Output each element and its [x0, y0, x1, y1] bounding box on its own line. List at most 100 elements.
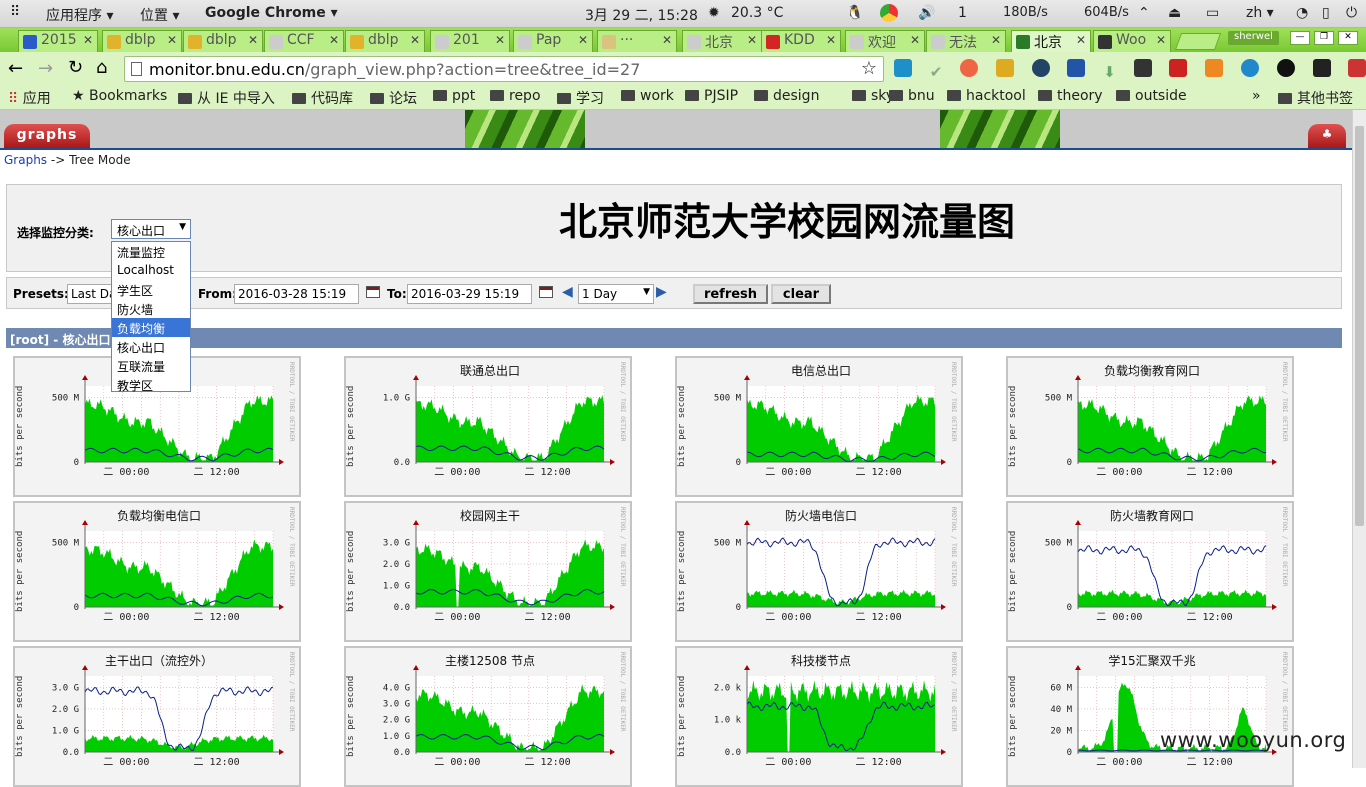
- close-tab-icon[interactable]: ✕: [248, 33, 258, 47]
- dropdown-option[interactable]: 互联流量: [112, 356, 190, 375]
- tab[interactable]: 无法 ✕: [926, 30, 1006, 52]
- clock[interactable]: 3月 29 二, 15:28: [585, 5, 698, 25]
- applications-menu[interactable]: 应用程序 ▾: [46, 5, 113, 25]
- close-tab-icon[interactable]: ✕: [329, 33, 339, 47]
- extension-icon[interactable]: [960, 59, 979, 77]
- dropdown-option[interactable]: 流量监控: [112, 242, 190, 261]
- graphs-tab[interactable]: graphs: [4, 124, 90, 148]
- bookmark-item[interactable]: design: [754, 88, 819, 104]
- traffic-graph[interactable]: 联通总出口 bits per second RRDTOOL / TOBI OETIK…: [344, 356, 632, 497]
- extension-icon[interactable]: [1240, 59, 1259, 77]
- chevron-up-icon[interactable]: ⌃: [1138, 5, 1150, 21]
- input-language[interactable]: zh ▾: [1246, 5, 1274, 21]
- scrollbar-thumb[interactable]: [1355, 126, 1364, 526]
- traffic-graph[interactable]: 负载均衡电信口 bits per second RRDTOOL / TOBI OET…: [13, 501, 301, 642]
- extension-icon[interactable]: [1312, 59, 1331, 77]
- bookmark-item[interactable]: outside: [1116, 88, 1187, 104]
- bookmark-item[interactable]: ★ Bookmarks: [72, 88, 167, 104]
- dropdown-option[interactable]: 负载均衡: [112, 318, 190, 337]
- dropdown-option[interactable]: 学生区: [112, 280, 190, 299]
- workspace-indicator[interactable]: 1: [958, 5, 967, 21]
- extension-icon[interactable]: [1205, 59, 1224, 77]
- calendar-icon[interactable]: [366, 286, 380, 298]
- apps-grid-icon[interactable]: ⠿: [10, 4, 20, 20]
- tab[interactable]: dblp ✕: [102, 30, 182, 52]
- tab[interactable]: Pap ✕: [513, 30, 593, 52]
- forward-button[interactable]: →: [38, 58, 53, 79]
- tab[interactable]: ··· ✕: [597, 30, 677, 52]
- category-dropdown-list[interactable]: 流量监控 Localhost 学生区 防火墙 负载均衡 核心出口 互联流量 教学区: [111, 241, 191, 394]
- traffic-graph[interactable]: 防火墙电信口 bits per second RRDTOOL / TOBI OETI…: [675, 501, 963, 642]
- extension-icon[interactable]: [1348, 59, 1366, 77]
- home-button[interactable]: ⌂: [96, 57, 107, 78]
- extension-icon[interactable]: [1031, 59, 1050, 77]
- bookmark-item[interactable]: repo: [490, 88, 541, 104]
- tab[interactable]: 欢迎 ✕: [845, 30, 925, 52]
- category-select[interactable]: 核心出口 ▼: [111, 219, 191, 239]
- tab[interactable]: Woo ✕: [1093, 30, 1171, 52]
- tab[interactable]: 201 ✕: [430, 30, 510, 52]
- profile-badge[interactable]: sherwel: [1228, 31, 1279, 45]
- calendar-icon[interactable]: [539, 286, 553, 298]
- bookmark-item[interactable]: 论坛: [370, 88, 417, 108]
- close-window-button[interactable]: ✕: [1338, 31, 1358, 45]
- extension-icon[interactable]: [995, 59, 1014, 77]
- weather-temp[interactable]: 20.3 °C: [731, 5, 783, 21]
- bookmark-item[interactable]: 代码库: [292, 88, 353, 108]
- tab[interactable]: 北京 ✕: [682, 30, 762, 52]
- bookmark-item[interactable]: 从 IE 中导入: [178, 88, 275, 108]
- bookmark-item[interactable]: »: [1252, 88, 1261, 104]
- timespan-select[interactable]: 1 Day ▼: [578, 284, 654, 304]
- refresh-button[interactable]: refresh: [693, 284, 768, 304]
- dropdown-option[interactable]: Localhost: [112, 261, 190, 280]
- dropdown-option[interactable]: 教学区: [112, 375, 190, 394]
- volume-icon[interactable]: 🔊: [918, 5, 935, 21]
- bookmark-item[interactable]: sky: [852, 88, 894, 104]
- bookmark-item[interactable]: hacktool: [947, 88, 1026, 104]
- battery-icon[interactable]: ▯: [1322, 5, 1330, 21]
- close-tab-icon[interactable]: ✕: [495, 33, 505, 47]
- bookmark-item[interactable]: 其他书签: [1278, 88, 1353, 108]
- bookmark-item[interactable]: bnu: [889, 88, 935, 104]
- reload-button[interactable]: ↻: [68, 57, 83, 78]
- bookmark-item[interactable]: theory: [1038, 88, 1103, 104]
- close-tab-icon[interactable]: ✕: [83, 33, 93, 47]
- tab[interactable]: CCF ✕: [264, 30, 344, 52]
- close-tab-icon[interactable]: ✕: [662, 33, 672, 47]
- tab[interactable]: KDD ✕: [761, 30, 841, 52]
- shift-right-icon[interactable]: ▶: [656, 284, 667, 300]
- chrome-icon[interactable]: [880, 4, 898, 22]
- places-menu[interactable]: 位置 ▾: [140, 5, 179, 25]
- extension-icon[interactable]: [894, 59, 912, 77]
- minimize-button[interactable]: —: [1290, 31, 1310, 45]
- traffic-graph[interactable]: 主楼12508 节点 bits per second RRDTOOL / TOBI …: [344, 646, 632, 787]
- address-bar[interactable]: monitor.bnu.edu.cn/graph_view.php?action…: [124, 56, 884, 82]
- close-tab-icon[interactable]: ✕: [410, 33, 420, 47]
- back-button[interactable]: ←: [8, 58, 23, 79]
- maximize-button[interactable]: ❐: [1314, 31, 1334, 45]
- extension-icon[interactable]: [1133, 59, 1152, 77]
- close-tab-icon[interactable]: ✕: [991, 33, 1001, 47]
- bookmark-item[interactable]: work: [621, 88, 674, 104]
- traffic-graph[interactable]: 科技楼节点 bits per second RRDTOOL / TOBI OETIK…: [675, 646, 963, 787]
- extension-icon[interactable]: [1067, 59, 1086, 77]
- close-tab-icon[interactable]: ✕: [747, 33, 757, 47]
- checkmark-icon[interactable]: ✔: [930, 63, 943, 81]
- breadcrumb-graphs-link[interactable]: Graphs: [4, 153, 47, 167]
- tab[interactable]: dblp ✕: [345, 30, 425, 52]
- extension-icon[interactable]: [1169, 59, 1188, 77]
- tab[interactable]: dblp ✕: [183, 30, 263, 52]
- bookmark-item[interactable]: 学习: [557, 88, 604, 108]
- clear-button[interactable]: clear: [771, 284, 831, 304]
- traffic-graph[interactable]: 负载均衡教育网口 bits per second RRDTOOL / TOBI OE…: [1006, 356, 1294, 497]
- active-app-menu[interactable]: Google Chrome ▾: [205, 5, 338, 21]
- new-tab-button[interactable]: [1174, 33, 1222, 50]
- to-date-input[interactable]: [407, 284, 532, 304]
- traffic-graph[interactable]: 电信总出口 bits per second RRDTOOL / TOBI OETIK…: [675, 356, 963, 497]
- traffic-graph[interactable]: 防火墙教育网口 bits per second RRDTOOL / TOBI OET…: [1006, 501, 1294, 642]
- bookmark-item[interactable]: ⠿ 应用: [8, 88, 51, 108]
- wifi-icon[interactable]: ◔: [1296, 5, 1308, 21]
- tab[interactable]: 北京 ✕: [1011, 30, 1091, 52]
- traffic-graph[interactable]: 学15汇聚双千兆 bits per second RRDTOOL / TOBI OE…: [1006, 646, 1294, 787]
- close-tab-icon[interactable]: ✕: [910, 33, 920, 47]
